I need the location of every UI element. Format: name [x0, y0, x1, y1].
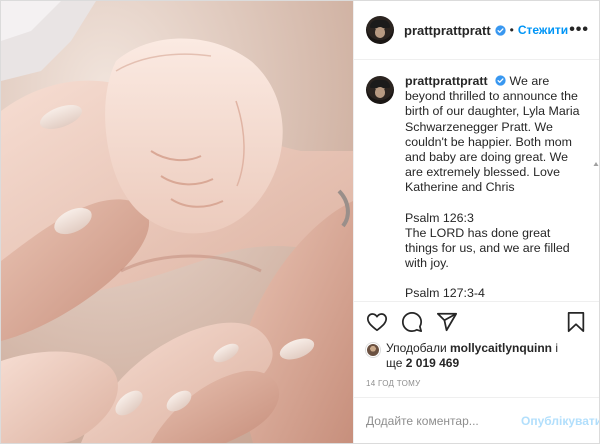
separator-dot: • [509, 23, 514, 37]
likes-suffix: і [555, 341, 559, 355]
instagram-post: prattprattpratt • Стежити ••• prattpratt… [0, 0, 600, 444]
caption-text: prattprattpratt We are beyond thrilled t… [405, 74, 585, 301]
verified-badge-icon [495, 75, 506, 86]
caption-paragraph: Psalm 127:3-4 Behold, children are a her… [405, 286, 485, 301]
post-timestamp[interactable]: 14 ГОД ТОМУ [354, 371, 599, 397]
scrollbar[interactable] [593, 160, 599, 301]
comments-area[interactable]: prattprattpratt We are beyond thrilled t… [354, 60, 599, 301]
caption-paragraph: We are beyond thrilled to announce the b… [405, 74, 580, 195]
add-comment-bar: Опублікувати [354, 397, 599, 443]
verified-badge-icon [495, 24, 506, 36]
caption-avatar[interactable] [366, 76, 394, 104]
post-photo[interactable] [1, 1, 353, 443]
heart-icon[interactable] [366, 311, 388, 333]
share-icon[interactable] [436, 311, 458, 333]
liker-avatar[interactable] [366, 343, 380, 357]
liker-username[interactable]: mollycaitlynquinn [450, 341, 552, 355]
likes-summary: Уподобали mollycaitlynquinn і ще 2 019 4… [354, 341, 599, 371]
avatar[interactable] [366, 16, 394, 44]
likes-line2-prefix: ще [386, 356, 403, 370]
post-photo-image [1, 1, 353, 443]
comment-icon[interactable] [401, 311, 423, 333]
post-actions [354, 301, 599, 341]
post-sidebar: prattprattpratt • Стежити ••• prattpratt… [353, 1, 599, 443]
likes-prefix: Уподобали [386, 341, 447, 355]
comment-input[interactable] [366, 413, 521, 428]
likes-text: Уподобали mollycaitlynquinn і ще 2 019 4… [386, 341, 558, 371]
publish-button[interactable]: Опублікувати [521, 414, 599, 428]
post-header: prattprattpratt • Стежити ••• [354, 1, 599, 60]
likes-count[interactable]: 2 019 469 [406, 356, 459, 370]
bookmark-icon[interactable] [565, 311, 587, 333]
post-caption: prattprattpratt We are beyond thrilled t… [366, 74, 585, 301]
follow-button[interactable]: Стежити [518, 23, 568, 37]
more-options-icon[interactable]: ••• [569, 21, 589, 39]
username-link[interactable]: prattprattpratt [404, 23, 491, 38]
caption-username[interactable]: prattprattpratt [405, 74, 488, 88]
caption-paragraph: Psalm 126:3 The LORD has done great thin… [405, 210, 570, 271]
